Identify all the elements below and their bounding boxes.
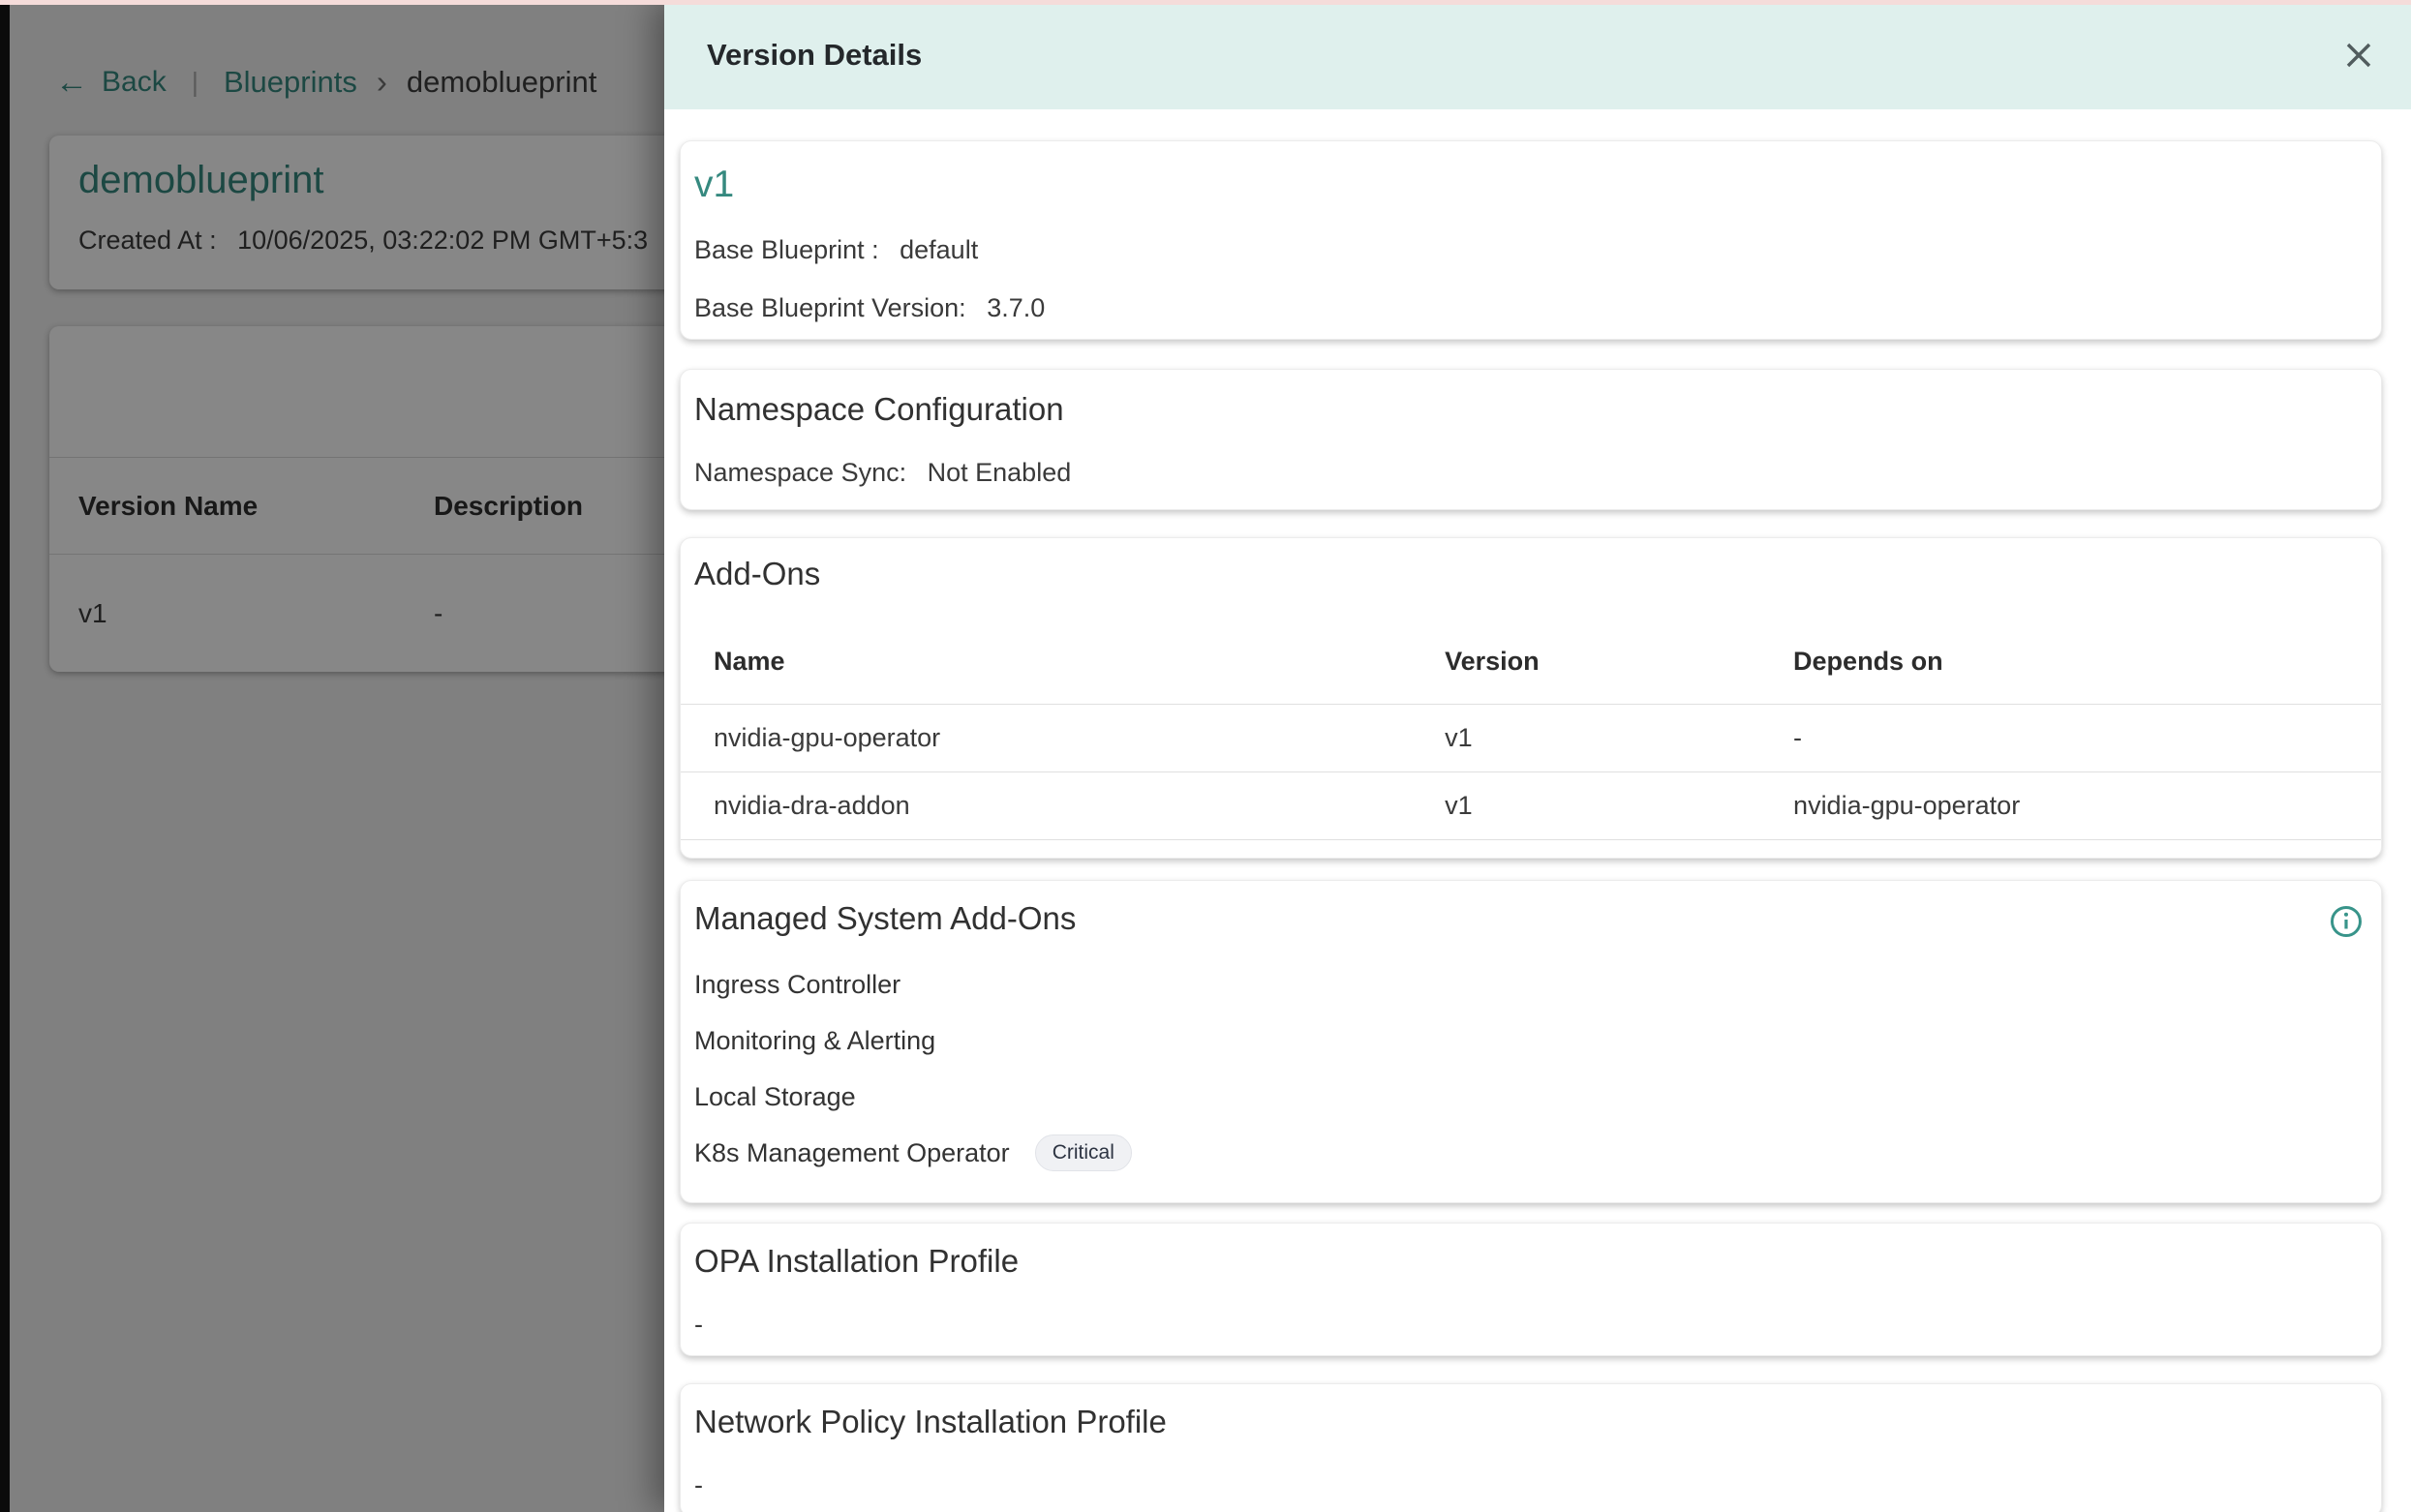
opa-installation-profile-value: -	[694, 1309, 2362, 1340]
namespace-sync-line: Namespace Sync: Not Enabled	[694, 457, 2362, 488]
addon-name-cell: nvidia-dra-addon	[681, 772, 1412, 840]
managed-addon-name: Local Storage	[694, 1082, 856, 1112]
list-item: Local Storage	[694, 1069, 2362, 1125]
base-blueprint-version-value: 3.7.0	[987, 293, 1045, 322]
status-badge: Critical	[1035, 1134, 1132, 1171]
base-blueprint-version-line: Base Blueprint Version: 3.7.0	[694, 292, 2362, 323]
info-button[interactable]	[2327, 902, 2365, 941]
version-summary-card: v1 Base Blueprint : default Base Bluepri…	[680, 140, 2382, 340]
column-header-version: Version	[1412, 620, 1760, 705]
column-header-depends-on: Depends on	[1760, 620, 2381, 705]
close-button[interactable]	[2335, 32, 2382, 78]
version-name-heading: v1	[694, 163, 2362, 207]
namespace-sync-label: Namespace Sync:	[694, 458, 906, 487]
drawer-title: Version Details	[707, 38, 922, 73]
addon-depends-cell: nvidia-gpu-operator	[1760, 772, 2381, 840]
managed-addon-name: Monitoring & Alerting	[694, 1026, 935, 1056]
network-policy-installation-profile-title: Network Policy Installation Profile	[694, 1402, 2362, 1442]
namespace-sync-value: Not Enabled	[928, 458, 1072, 487]
managed-addon-name: Ingress Controller	[694, 970, 900, 1000]
table-row: nvidia-gpu-operator v1 -	[681, 705, 2381, 772]
addon-version-cell: v1	[1412, 772, 1760, 840]
addons-table: Name Version Depends on nvidia-gpu-opera…	[681, 620, 2381, 840]
managed-addons-list: Ingress Controller Monitoring & Alerting…	[694, 956, 2362, 1181]
namespace-configuration-title: Namespace Configuration	[694, 389, 2362, 430]
namespace-configuration-card: Namespace Configuration Namespace Sync: …	[680, 369, 2382, 510]
base-blueprint-label: Base Blueprint :	[694, 235, 879, 264]
addons-card: Add-Ons Name Version Depends on nvidia-g…	[680, 537, 2382, 859]
close-icon	[2341, 38, 2376, 73]
managed-system-addons-title: Managed System Add-Ons	[694, 898, 2362, 939]
managed-addon-name: K8s Management Operator	[694, 1138, 1010, 1168]
column-header-name: Name	[681, 620, 1412, 705]
addons-header-row: Name Version Depends on	[681, 620, 2381, 705]
opa-installation-profile-title: OPA Installation Profile	[694, 1241, 2362, 1282]
base-blueprint-version-label: Base Blueprint Version:	[694, 293, 966, 322]
network-policy-installation-profile-value: -	[694, 1469, 2362, 1500]
list-item: Monitoring & Alerting	[694, 1013, 2362, 1069]
addon-depends-cell: -	[1760, 705, 2381, 772]
list-item: Ingress Controller	[694, 956, 2362, 1013]
drawer-body: v1 Base Blueprint : default Base Bluepri…	[664, 109, 2411, 1512]
info-icon	[2329, 904, 2364, 939]
opa-installation-profile-card: OPA Installation Profile -	[680, 1223, 2382, 1356]
app-window: ← Back | Blueprints › demoblueprint demo…	[0, 0, 2411, 1512]
table-row: nvidia-dra-addon v1 nvidia-gpu-operator	[681, 772, 2381, 840]
base-blueprint-value: default	[900, 235, 978, 264]
addon-name-cell: nvidia-gpu-operator	[681, 705, 1412, 772]
addons-title: Add-Ons	[681, 554, 2381, 594]
network-policy-installation-profile-card: Network Policy Installation Profile -	[680, 1383, 2382, 1512]
addon-version-cell: v1	[1412, 705, 1760, 772]
list-item: K8s Management Operator Critical	[694, 1125, 2362, 1181]
base-blueprint-line: Base Blueprint : default	[694, 234, 2362, 265]
version-details-drawer: Version Details v1 Base Blueprint : defa…	[664, 0, 2411, 1512]
top-accent-bar	[0, 0, 2411, 5]
managed-system-addons-card: Managed System Add-Ons Ingress Controlle…	[680, 880, 2382, 1203]
drawer-header: Version Details	[664, 0, 2411, 109]
